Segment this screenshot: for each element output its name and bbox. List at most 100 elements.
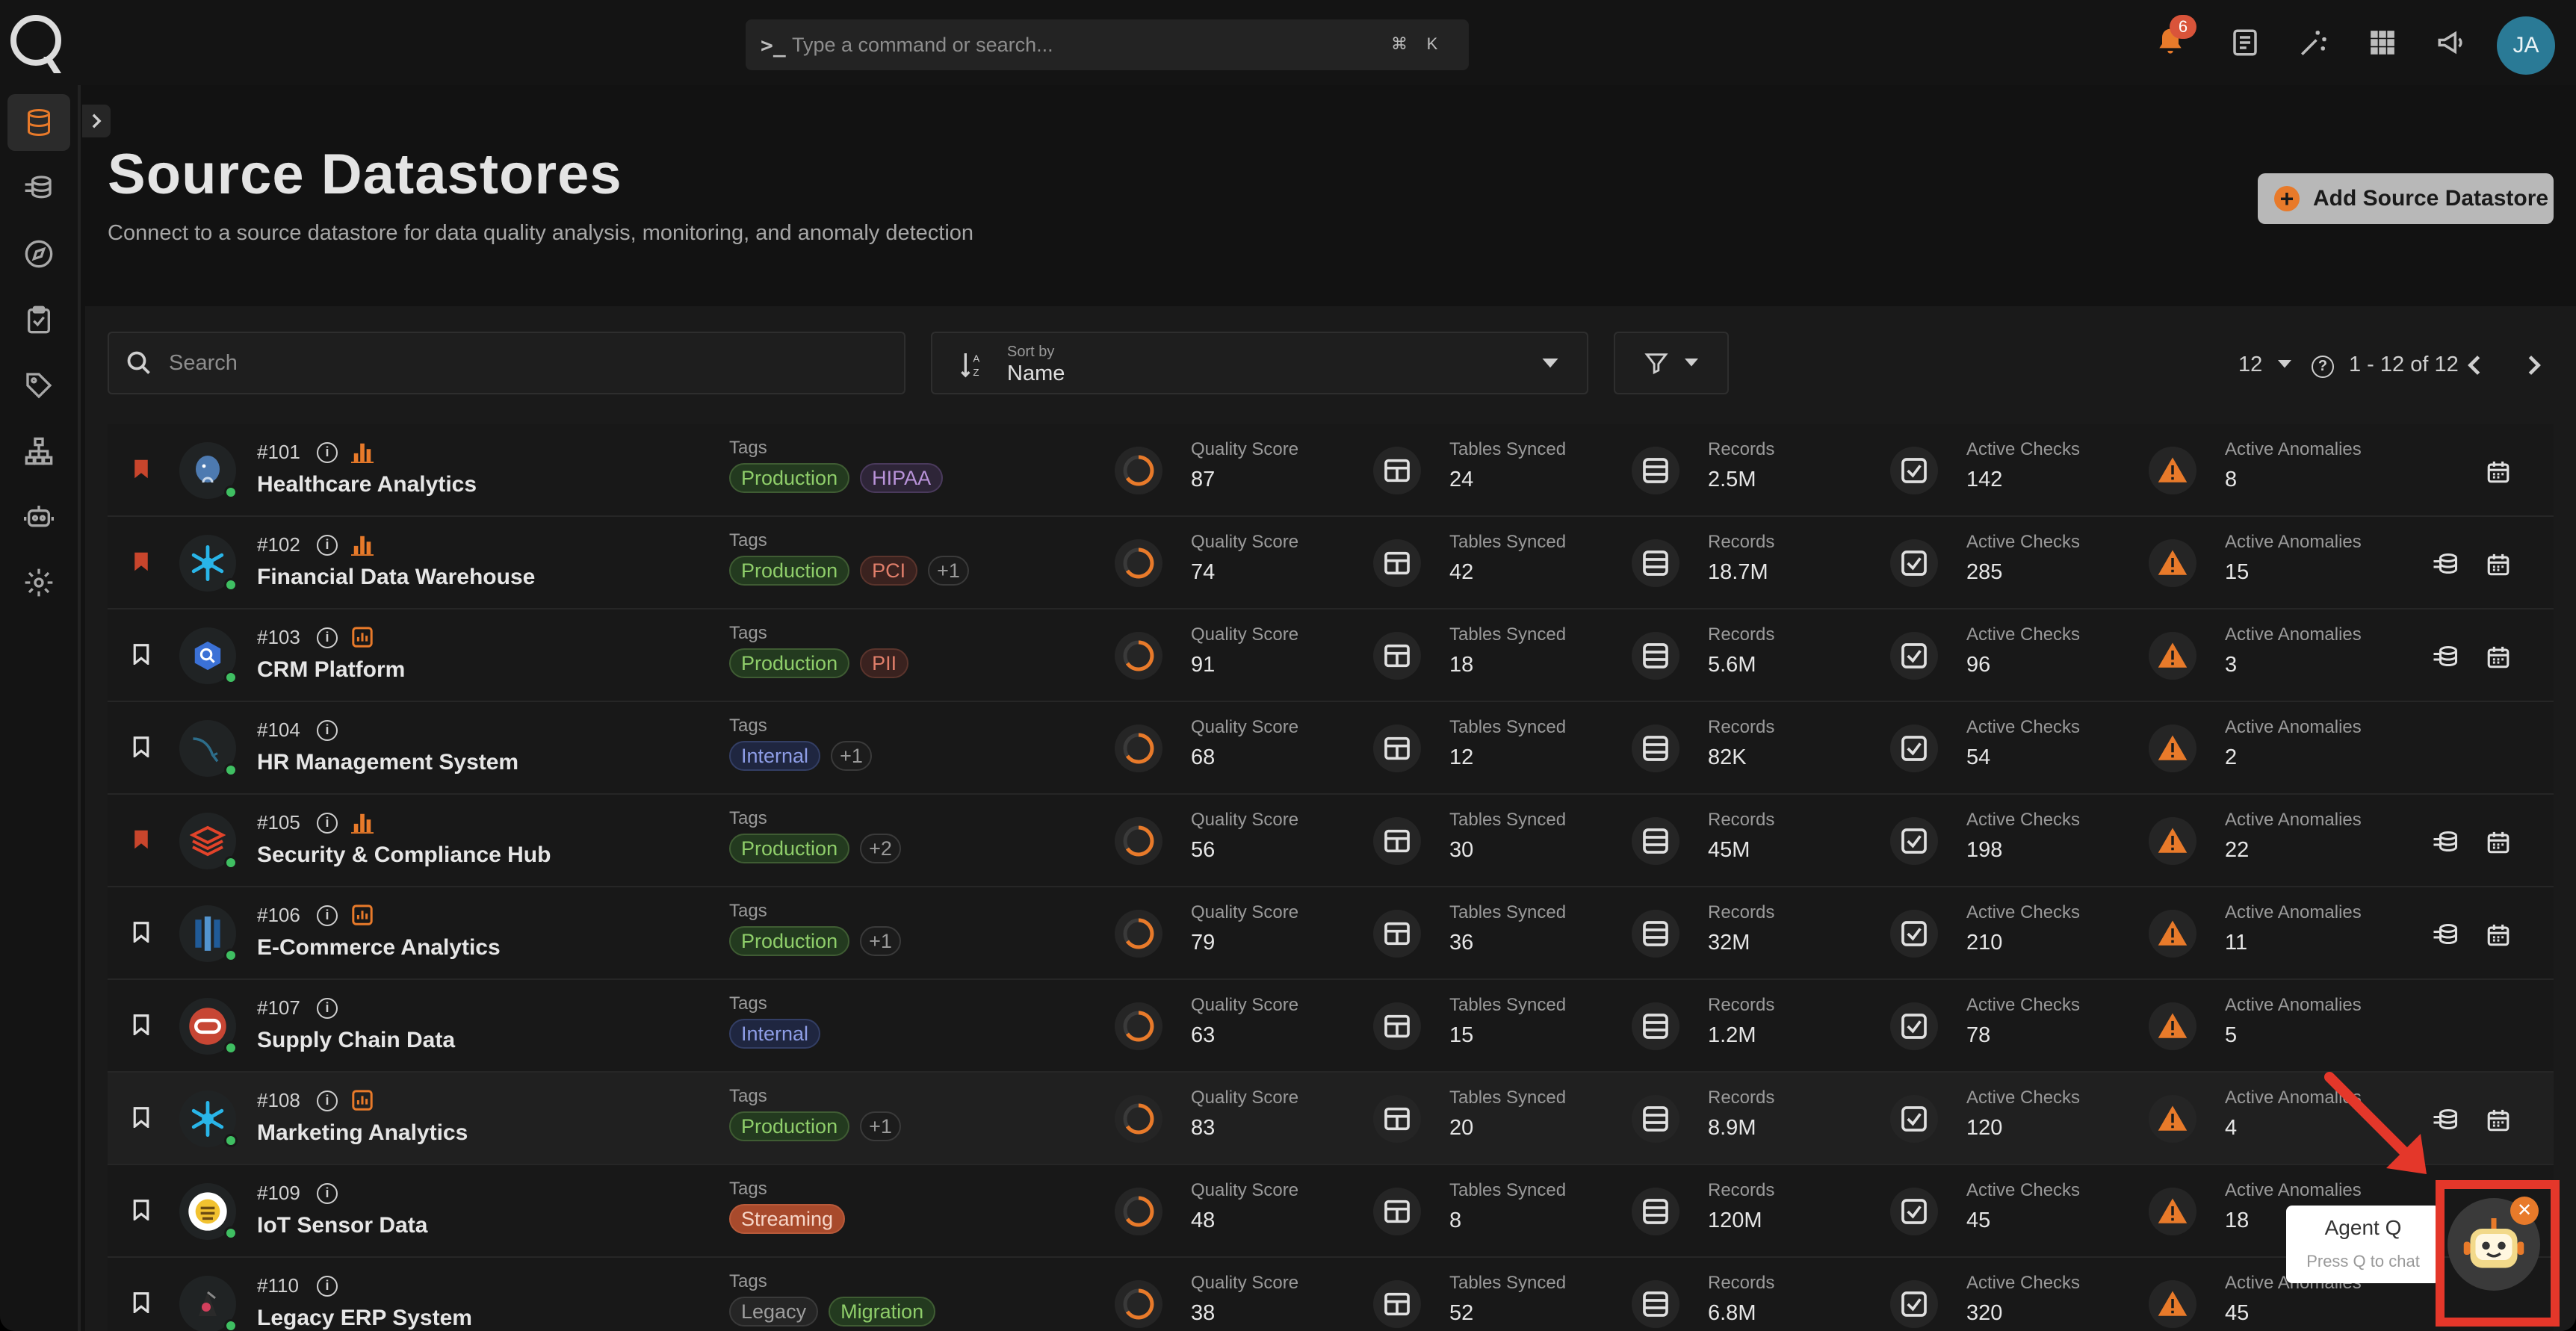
tag-badge[interactable]: Internal bbox=[729, 741, 821, 771]
app-logo[interactable] bbox=[7, 10, 64, 75]
search-input[interactable]: Search bbox=[108, 332, 905, 394]
sidebar-expand-button[interactable] bbox=[82, 105, 111, 137]
datastore-row[interactable]: #109 i IoT Sensor Data Tags Streaming Quality… bbox=[108, 1165, 2554, 1258]
bookmark-filled-icon[interactable] bbox=[133, 551, 149, 572]
enrichment-icon[interactable] bbox=[2431, 920, 2461, 950]
datastore-name[interactable]: Legacy ERP System bbox=[257, 1306, 472, 1331]
profile-chart-icon[interactable] bbox=[351, 904, 374, 930]
sidebar-item-agents[interactable] bbox=[7, 488, 70, 545]
tag-badge[interactable]: PCI bbox=[860, 556, 918, 586]
tag-badge[interactable]: Streaming bbox=[729, 1204, 846, 1234]
datastore-row[interactable]: #101 i Healthcare Analytics Tags Production H… bbox=[108, 424, 2554, 517]
datastore-row[interactable]: #106 i E-Commerce Analytics Tags Production +… bbox=[108, 887, 2554, 980]
schedule-calendar-icon[interactable] bbox=[2483, 642, 2513, 672]
schedule-calendar-icon[interactable] bbox=[2483, 457, 2513, 487]
bookmark-icon[interactable] bbox=[133, 922, 149, 944]
prev-page-icon[interactable] bbox=[2465, 354, 2483, 376]
info-icon[interactable]: i bbox=[317, 442, 338, 463]
bookmark-icon[interactable] bbox=[133, 1200, 149, 1222]
sidebar-item-enrichment[interactable] bbox=[7, 160, 70, 217]
tag-badge[interactable]: Production bbox=[729, 926, 850, 956]
bookmark-filled-icon[interactable] bbox=[133, 459, 149, 480]
bookmark-icon[interactable] bbox=[133, 1107, 149, 1129]
datastore-name[interactable]: Healthcare Analytics bbox=[257, 472, 477, 497]
bookmark-icon[interactable] bbox=[133, 1014, 149, 1037]
apps-grid-icon[interactable] bbox=[2362, 22, 2403, 63]
profile-chart-icon[interactable] bbox=[351, 441, 374, 467]
page-size-caret-icon[interactable] bbox=[2277, 360, 2292, 369]
datastore-name[interactable]: Security & Compliance Hub bbox=[257, 843, 551, 868]
bookmark-icon[interactable] bbox=[133, 1292, 149, 1315]
sidebar-item-settings[interactable] bbox=[7, 554, 70, 611]
docs-icon[interactable] bbox=[2225, 22, 2265, 63]
help-icon[interactable]: ? bbox=[2312, 356, 2334, 378]
tag-badge[interactable]: Production bbox=[729, 1111, 850, 1141]
info-icon[interactable]: i bbox=[317, 627, 338, 648]
datastore-row[interactable]: #110 i Legacy ERP System Tags Legacy Migratio… bbox=[108, 1258, 2554, 1331]
tag-badge[interactable]: HIPAA bbox=[860, 463, 944, 493]
schedule-calendar-icon[interactable] bbox=[2483, 920, 2513, 950]
more-tags-badge[interactable]: +1 bbox=[860, 1111, 901, 1141]
profile-chart-icon[interactable] bbox=[351, 533, 374, 559]
datastore-name[interactable]: HR Management System bbox=[257, 750, 518, 775]
agent-q-collapse-icon[interactable]: ✕ bbox=[2510, 1197, 2539, 1225]
datastore-name[interactable]: IoT Sensor Data bbox=[257, 1213, 427, 1238]
datastore-name[interactable]: CRM Platform bbox=[257, 657, 405, 683]
sort-select[interactable]: AZ Sort by Name bbox=[931, 332, 1588, 394]
sidebar-item-explore[interactable] bbox=[7, 226, 70, 282]
more-tags-badge[interactable]: +1 bbox=[928, 556, 969, 586]
enrichment-icon[interactable] bbox=[2431, 642, 2461, 672]
datastore-row[interactable]: #107 i Supply Chain Data Tags Internal Qualit… bbox=[108, 980, 2554, 1073]
tag-badge[interactable]: Production bbox=[729, 556, 850, 586]
tag-badge[interactable]: PII bbox=[860, 648, 909, 678]
enrichment-icon[interactable] bbox=[2431, 828, 2461, 857]
sidebar-item-checks[interactable] bbox=[7, 291, 70, 348]
datastore-row[interactable]: #102 i Financial Data Warehouse Tags Product… bbox=[108, 517, 2554, 609]
more-tags-badge[interactable]: +2 bbox=[860, 834, 901, 863]
sidebar-item-tags[interactable] bbox=[7, 357, 70, 414]
info-icon[interactable]: i bbox=[317, 1183, 338, 1204]
sidebar-item-datastores[interactable] bbox=[7, 94, 70, 151]
sidebar-item-hierarchy[interactable] bbox=[7, 423, 70, 480]
info-icon[interactable]: i bbox=[317, 1276, 338, 1297]
tag-badge[interactable]: Internal bbox=[729, 1019, 821, 1049]
datastore-row[interactable]: #103 i CRM Platform Tags Production PII Qualit… bbox=[108, 609, 2554, 702]
bookmark-icon[interactable] bbox=[133, 736, 149, 759]
more-tags-badge[interactable]: +1 bbox=[860, 926, 901, 956]
datastore-name[interactable]: Supply Chain Data bbox=[257, 1028, 455, 1053]
tag-badge[interactable]: Production bbox=[729, 648, 850, 678]
add-source-datastore-button[interactable]: + Add Source Datastore bbox=[2258, 173, 2554, 224]
tag-badge[interactable]: Production bbox=[729, 463, 850, 493]
datastore-name[interactable]: Marketing Analytics bbox=[257, 1120, 468, 1146]
enrichment-icon[interactable] bbox=[2431, 1105, 2461, 1135]
bookmark-icon[interactable] bbox=[133, 644, 149, 666]
more-tags-badge[interactable]: +1 bbox=[831, 741, 872, 771]
tag-badge[interactable]: Legacy bbox=[729, 1297, 819, 1327]
datastore-row[interactable]: #104 i HR Management System Tags Internal +1 Q… bbox=[108, 702, 2554, 795]
info-icon[interactable]: i bbox=[317, 998, 338, 1019]
profile-chart-icon[interactable] bbox=[351, 626, 374, 652]
datastore-row[interactable]: #108 i Marketing Analytics Tags Production +1… bbox=[108, 1073, 2554, 1165]
datastore-name[interactable]: Financial Data Warehouse bbox=[257, 565, 535, 590]
schedule-calendar-icon[interactable] bbox=[2483, 1105, 2513, 1135]
info-icon[interactable]: i bbox=[317, 1090, 338, 1111]
tag-badge[interactable]: Production bbox=[729, 834, 850, 863]
announcements-megaphone-icon[interactable] bbox=[2431, 22, 2471, 63]
magic-wand-icon[interactable] bbox=[2294, 22, 2334, 63]
bookmark-filled-icon[interactable] bbox=[133, 829, 149, 850]
info-icon[interactable]: i bbox=[317, 535, 338, 556]
info-icon[interactable]: i bbox=[317, 905, 338, 926]
profile-chart-icon[interactable] bbox=[351, 811, 374, 837]
filter-button[interactable] bbox=[1614, 332, 1729, 394]
info-icon[interactable]: i bbox=[317, 720, 338, 741]
tag-badge[interactable]: Migration bbox=[829, 1297, 936, 1327]
next-page-icon[interactable] bbox=[2525, 354, 2543, 376]
datastore-name[interactable]: E-Commerce Analytics bbox=[257, 935, 501, 961]
info-icon[interactable]: i bbox=[317, 813, 338, 834]
command-search[interactable]: >_ Type a command or search... ⌘ K bbox=[746, 19, 1469, 70]
page-size-select[interactable]: 12 bbox=[2238, 353, 2262, 377]
schedule-calendar-icon[interactable] bbox=[2483, 550, 2513, 580]
enrichment-icon[interactable] bbox=[2431, 550, 2461, 580]
datastore-row[interactable]: #105 i Security & Compliance Hub Tags Produc… bbox=[108, 795, 2554, 887]
user-avatar[interactable]: JA bbox=[2497, 16, 2555, 75]
